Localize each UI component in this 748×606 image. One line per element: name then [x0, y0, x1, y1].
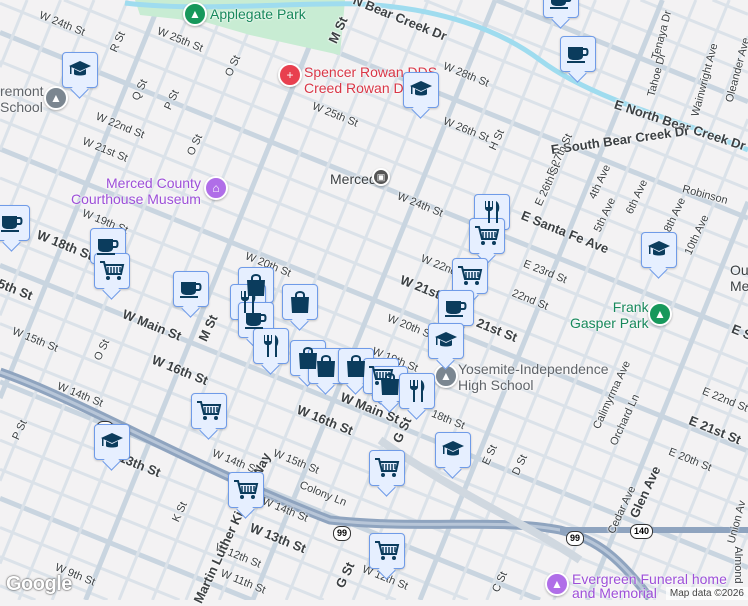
bag-icon	[379, 372, 401, 396]
coffee-icon	[96, 236, 120, 256]
coffee-marker[interactable]	[560, 36, 596, 72]
poi-courthouse-museum[interactable]: Merced County Courthouse Museum	[71, 175, 201, 207]
route-99-shield: 99	[566, 531, 585, 546]
coffee-icon	[0, 213, 24, 233]
school-icon	[647, 240, 671, 260]
poi-mercy[interactable]: OuMercy P	[730, 262, 748, 294]
poi-name-line1: Frank	[612, 299, 649, 315]
school-marker[interactable]	[62, 52, 98, 88]
school-icon	[434, 331, 458, 351]
cart-icon	[233, 479, 259, 501]
cart-icon	[196, 400, 222, 422]
poi-name-line2: Mercy P	[730, 278, 748, 294]
cart-icon	[374, 540, 400, 562]
school-marker[interactable]	[641, 232, 677, 268]
poi-frank-gasper-park[interactable]: Frank Gasper Park	[570, 299, 649, 331]
school-icon	[441, 440, 465, 460]
street	[712, 0, 748, 16]
cart-marker[interactable]	[228, 472, 264, 508]
poi-fremont-school[interactable]: remont School	[0, 83, 44, 115]
poi-name-line1: Evergreen Funeral home	[572, 571, 727, 587]
food-marker[interactable]	[399, 373, 435, 409]
cart-marker[interactable]	[452, 258, 488, 294]
coffee-marker[interactable]	[0, 205, 30, 241]
school-icon	[68, 60, 92, 80]
train-station-icon: ▣	[372, 168, 390, 186]
poi-name-line1: Merced County	[106, 175, 201, 191]
bag-icon	[289, 290, 311, 314]
poi-name-line1: Yosemite-Independence	[458, 361, 609, 377]
cart-marker[interactable]	[191, 393, 227, 429]
coffee-icon	[244, 310, 268, 330]
google-logo[interactable]: Google	[6, 573, 72, 596]
school-marker[interactable]	[428, 323, 464, 359]
food-icon	[261, 334, 281, 358]
poi-name-line2: High School	[458, 377, 534, 393]
map-attribution[interactable]: Map data ©2026	[665, 587, 748, 600]
poi-name-line2: School	[0, 99, 43, 115]
food-marker[interactable]	[253, 328, 289, 364]
bag-marker[interactable]	[282, 284, 318, 320]
school-icon	[100, 432, 124, 452]
poi-name-line1: Ou	[730, 262, 748, 278]
museum-icon: ⌂	[204, 176, 228, 200]
bag-icon	[315, 354, 337, 378]
cart-marker[interactable]	[94, 253, 130, 289]
cart-marker[interactable]	[369, 533, 405, 569]
street-label: Almond	[732, 546, 744, 584]
poi-name-line2: Gasper Park	[570, 315, 649, 331]
route-140-shield: 140	[630, 524, 654, 539]
school-icon	[409, 80, 433, 100]
food-icon	[407, 379, 427, 403]
poi-name-line1: remont	[0, 83, 44, 99]
park-icon: ▲	[183, 2, 207, 26]
coffee-marker[interactable]	[438, 290, 474, 326]
cart-icon	[374, 457, 400, 479]
coffee-icon	[566, 44, 590, 64]
school-marker[interactable]	[435, 432, 471, 468]
poi-name-line2: Courthouse Museum	[71, 191, 201, 207]
school-poi-icon: ▲	[44, 86, 68, 110]
cart-icon	[474, 225, 500, 247]
poi-yosemite-independence-high-school[interactable]: Yosemite-Independence High School	[458, 361, 609, 393]
cart-icon	[457, 265, 483, 287]
dentist-icon: +	[278, 63, 302, 87]
poi-merced[interactable]: Merced	[330, 171, 377, 187]
coffee-marker[interactable]	[173, 271, 209, 307]
route-99-shield: 99	[333, 526, 352, 541]
bag-icon	[345, 354, 367, 378]
coffee-icon	[549, 0, 573, 10]
poi-applegate-park[interactable]: Applegate Park	[210, 6, 306, 22]
cart-icon	[99, 260, 125, 282]
park-icon: ▲	[648, 302, 672, 326]
school-marker[interactable]	[94, 424, 130, 460]
cart-marker[interactable]	[369, 450, 405, 486]
coffee-marker[interactable]	[543, 0, 579, 18]
food-icon	[482, 200, 502, 224]
coffee-icon	[179, 279, 203, 299]
funeral-home-icon: ▲	[545, 572, 569, 596]
coffee-icon	[444, 298, 468, 318]
school-marker[interactable]	[403, 72, 439, 108]
